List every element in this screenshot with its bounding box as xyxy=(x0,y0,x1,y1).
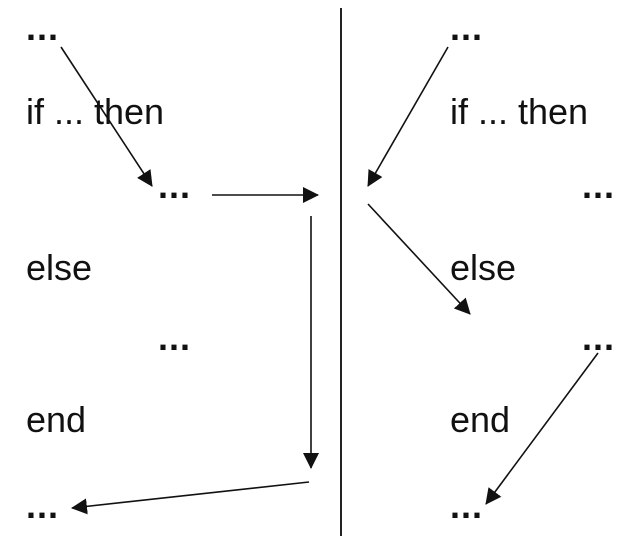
right-code-line-end: end xyxy=(450,399,511,440)
flow-arrows xyxy=(60,8,599,536)
left-code-line-after: ... xyxy=(26,485,60,526)
if-then-else-flow-diagram: ... if ... then ... else ... end ... ...… xyxy=(0,0,644,542)
right-code-line-after: ... xyxy=(450,485,484,526)
arrow-left-to-after-end xyxy=(71,481,310,515)
left-code-line-else: else xyxy=(26,247,93,288)
right-code-line-then-body: ... xyxy=(582,165,616,206)
right-code-line-if: if ... then xyxy=(450,91,589,132)
right-code-line-else-body: ... xyxy=(582,317,616,358)
right-code-line-start: ... xyxy=(450,7,484,48)
left-code-line-else-body: ... xyxy=(158,317,192,358)
right-code-line-else: else xyxy=(450,247,517,288)
arrow-right-start-to-divider xyxy=(367,46,449,187)
left-code-line-if: if ... then xyxy=(26,91,165,132)
left-code-line-start: ... xyxy=(26,7,60,48)
left-code-line-then-body: ... xyxy=(158,165,192,206)
left-code-line-end: end xyxy=(26,399,87,440)
